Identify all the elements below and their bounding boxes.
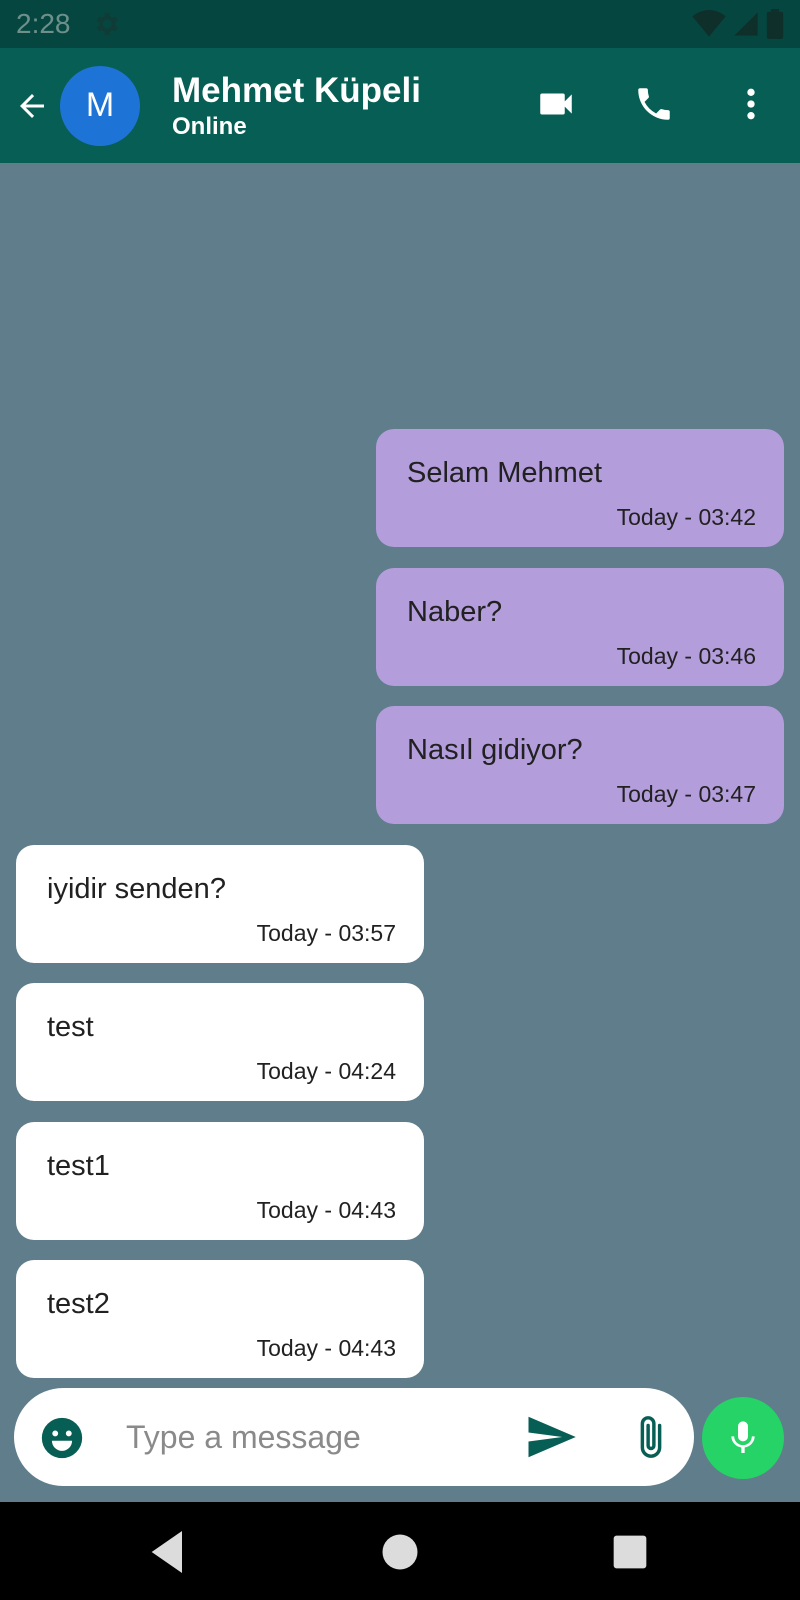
message-time: Today - 03:57: [256, 920, 396, 946]
contact-name: Mehmet Küpeli: [172, 70, 421, 110]
message-bubble-sent[interactable]: Selam Mehmet Today - 03:42: [376, 429, 784, 547]
message-time: Today - 03:47: [616, 781, 756, 807]
back-button[interactable]: [8, 82, 56, 130]
message-bubble-received[interactable]: test Today - 04:24: [16, 983, 424, 1101]
message-time: Today - 04:24: [256, 1058, 396, 1084]
system-nav-bar: [0, 1502, 800, 1600]
cell-signal-icon: [734, 12, 758, 36]
phone-icon: [638, 88, 670, 120]
back-arrow-icon: [20, 93, 44, 118]
battery-icon: [766, 9, 784, 39]
message-composer: [14, 1388, 694, 1486]
message-list[interactable]: Selam Mehmet Today - 03:42 Naber? Today …: [0, 163, 800, 1385]
message-bubble-received[interactable]: test1 Today - 04:43: [16, 1122, 424, 1240]
nav-recents-icon[interactable]: [602, 1524, 658, 1580]
attach-icon[interactable]: [628, 1410, 674, 1464]
video-call-button[interactable]: [528, 76, 584, 132]
contact-status: Online: [172, 112, 247, 140]
mic-button[interactable]: [702, 1397, 784, 1479]
message-text: Nasıl gidiyor?: [407, 734, 583, 766]
send-icon[interactable]: [522, 1410, 580, 1464]
message-bubble-received[interactable]: test2 Today - 04:43: [16, 1260, 424, 1378]
status-bar: 2:28: [0, 0, 800, 48]
message-bubble-sent[interactable]: Nasıl gidiyor? Today - 03:47: [376, 706, 784, 824]
message-time: Today - 03:42: [616, 504, 756, 530]
nav-back-icon[interactable]: [140, 1524, 196, 1580]
avatar-initial: M: [85, 86, 115, 124]
nav-home-icon[interactable]: [372, 1524, 428, 1580]
message-time: Today - 04:43: [256, 1335, 396, 1361]
message-time: Today - 03:46: [616, 643, 756, 669]
more-options-button[interactable]: [723, 76, 779, 132]
message-text: Naber?: [407, 596, 503, 628]
emoji-icon[interactable]: [40, 1416, 84, 1460]
voice-call-button[interactable]: [626, 76, 682, 132]
avatar[interactable]: M: [60, 65, 140, 146]
video-call-icon: [540, 93, 572, 115]
message-input[interactable]: [126, 1412, 506, 1462]
message-bubble-received[interactable]: iyidir senden? Today - 03:57: [16, 845, 424, 963]
gear-icon: [96, 12, 118, 36]
message-text: iyidir senden?: [47, 873, 226, 905]
message-time: Today - 04:43: [256, 1197, 396, 1223]
message-text: Selam Mehmet: [407, 457, 603, 489]
message-bubble-sent[interactable]: Naber? Today - 03:46: [376, 568, 784, 686]
message-text: test1: [47, 1150, 110, 1182]
message-text: test2: [47, 1288, 110, 1320]
mic-icon: [731, 1421, 755, 1453]
chat-header: M Mehmet Küpeli Online: [0, 48, 800, 163]
more-vert-icon: [747, 88, 755, 120]
wifi-icon: [692, 10, 726, 37]
message-text: test: [47, 1011, 94, 1043]
contact-info[interactable]: Mehmet Küpeli Online: [172, 70, 421, 142]
status-time: 2:28: [16, 8, 71, 39]
